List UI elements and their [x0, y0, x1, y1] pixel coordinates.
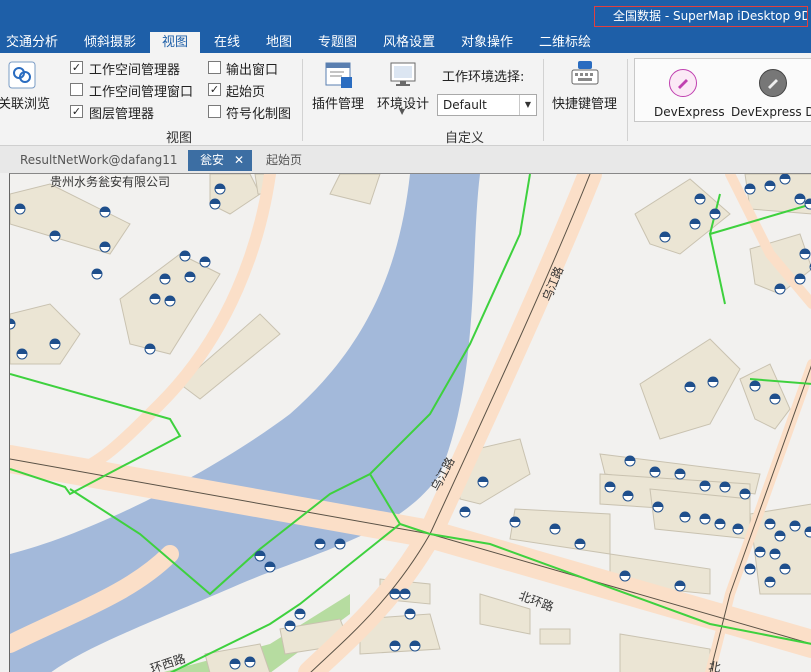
- menu-thematic-map[interactable]: 专题图: [318, 32, 357, 53]
- devexpress-theme-label[interactable]: DevExpress: [654, 105, 725, 119]
- group-separator: [627, 59, 628, 141]
- env-design-icon[interactable]: [389, 60, 417, 91]
- group-separator: [543, 59, 544, 141]
- start-page-label: 起始页: [226, 85, 266, 100]
- menu-online[interactable]: 在线: [214, 32, 240, 53]
- valve-icon-fill: [460, 507, 470, 512]
- menu-view[interactable]: 视图: [150, 32, 200, 53]
- map-canvas[interactable]: 贵州水务瓮安有限公司 乌江路 乌江路 北环路 环西路 北: [10, 174, 811, 672]
- env-select-label: 工作环境选择:: [442, 70, 525, 85]
- menu-traffic-analysis[interactable]: 交通分析: [6, 32, 58, 53]
- devexpress-theme-icon[interactable]: [669, 69, 697, 97]
- map-label-company: 贵州水务瓮安有限公司: [50, 174, 170, 189]
- valve-icon-fill: [92, 269, 102, 274]
- ribbon-view: 关联浏览 ✓ 工作空间管理器 工作空间管理窗口 ✓ 图层管理器 输出窗口 ✓ 起…: [0, 53, 811, 146]
- map-frame: 贵州水务瓮安有限公司 乌江路 乌江路 北环路 环西路 北: [0, 173, 811, 672]
- output-window-checkbox[interactable]: [208, 61, 221, 74]
- shortcut-manager-label[interactable]: 快捷键管理: [552, 93, 617, 112]
- valve-icon-fill: [405, 609, 415, 614]
- menu-bar: 交通分析 倾斜摄影 视图 在线 地图 专题图 风格设置 对象操作 二维标绘: [0, 32, 811, 53]
- layer-manager-checkbox[interactable]: ✓: [70, 105, 83, 118]
- tab-wengan[interactable]: 瓮安 ✕: [188, 150, 253, 171]
- valve-icon-fill: [285, 621, 295, 626]
- menu-style-settings[interactable]: 风格设置: [383, 32, 435, 53]
- menu-object-operations[interactable]: 对象操作: [461, 32, 513, 53]
- output-window-label: 输出窗口: [226, 63, 279, 78]
- start-page-checkbox[interactable]: ✓: [208, 83, 221, 96]
- env-design-dropdown-icon[interactable]: ▼: [399, 107, 405, 116]
- workspace-manager-label: 工作空间管理器: [89, 63, 181, 78]
- symbol-mapping-label: 符号化制图: [226, 107, 292, 122]
- shortcut-keyboard-icon[interactable]: [570, 60, 600, 91]
- map-label-road-bei: 北: [707, 659, 721, 672]
- valve-icon-fill: [100, 207, 110, 212]
- menu-map[interactable]: 地图: [266, 32, 292, 53]
- plugin-manager-icon[interactable]: [324, 60, 354, 93]
- close-icon[interactable]: ✕: [234, 150, 244, 171]
- plugin-manager-label[interactable]: 插件管理: [312, 93, 364, 112]
- title-bar: 全国数据 - SuperMap iDesktop 9D: [0, 0, 811, 32]
- valve-icon-fill: [180, 251, 190, 256]
- valve-icon-fill: [745, 564, 755, 569]
- env-select-value: Default: [443, 98, 487, 112]
- valve-icon-fill: [625, 456, 635, 461]
- tab-wengan-label: 瓮安: [200, 153, 225, 167]
- workspace-window-checkbox[interactable]: [70, 83, 83, 96]
- menu-2d-plotting[interactable]: 二维标绘: [539, 32, 591, 53]
- view-group-label: 视图: [166, 131, 193, 146]
- devexpress-dark-theme-label[interactable]: DevExpress Dark: [731, 105, 811, 119]
- custom-group-label: 自定义: [445, 131, 485, 146]
- tab-resultnetwork[interactable]: ResultNetWork@dafang11: [20, 150, 178, 171]
- devexpress-dark-theme-icon[interactable]: [759, 69, 787, 97]
- valve-icon-fill: [200, 257, 210, 262]
- workspace-window-label: 工作空间管理窗口: [89, 85, 194, 100]
- symbol-mapping-checkbox[interactable]: [208, 105, 221, 118]
- workspace-manager-checkbox[interactable]: ✓: [70, 61, 83, 74]
- tab-start-page[interactable]: 起始页: [266, 150, 302, 171]
- layer-manager-label: 图层管理器: [89, 107, 155, 122]
- document-tab-strip: ResultNetWork@dafang11 瓮安 ✕ 起始页: [0, 146, 811, 173]
- env-select[interactable]: Default ▼: [437, 94, 537, 116]
- group-separator: [302, 59, 303, 141]
- link-browse-icon[interactable]: [8, 61, 36, 92]
- chevron-down-icon[interactable]: ▼: [519, 95, 536, 115]
- link-browse-label[interactable]: 关联浏览: [0, 93, 50, 112]
- map-window[interactable]: 贵州水务瓮安有限公司 乌江路 乌江路 北环路 环西路 北: [9, 173, 811, 672]
- menu-oblique-photography[interactable]: 倾斜摄影: [84, 32, 136, 53]
- window-title: 全国数据 - SuperMap iDesktop 9D: [594, 6, 808, 27]
- theme-gallery: DevExpress DevExpress Dark: [634, 58, 811, 122]
- valve-icon-fill: [295, 609, 305, 614]
